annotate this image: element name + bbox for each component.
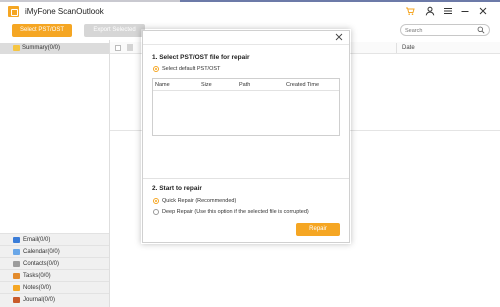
close-icon[interactable] [335,33,343,43]
select-all-checkbox[interactable] [115,45,121,51]
deep-repair-radio[interactable] [153,209,159,215]
deep-repair-label[interactable]: Deep Repair (Use this option if the sele… [162,209,309,215]
sidebar-item-email[interactable]: Email(0/0) [0,233,109,245]
notes-icon [13,285,20,291]
sidebar-item-notes[interactable]: Notes(0/0) [0,281,109,293]
created-time-column-header: Created Time [286,82,320,88]
size-column-header: Size [201,82,212,88]
sidebar: Summary(0/0) Email(0/0) Calendar(0/0) Co… [0,40,110,307]
search-icon[interactable] [477,26,485,34]
default-pst-radio[interactable] [153,66,159,72]
sidebar-item-contacts[interactable]: Contacts(0/0) [0,257,109,269]
sidebar-item-label: Notes(0/0) [23,285,52,291]
sidebar-item-label: Journal(0/0) [23,297,56,303]
app-logo-icon [8,6,19,17]
menu-icon[interactable] [442,5,454,17]
sidebar-item-tasks[interactable]: Tasks(0/0) [0,269,109,281]
email-icon [13,237,20,243]
table-header-divider [153,90,339,91]
sidebar-item-label: Summary(0/0) [22,45,61,51]
sidebar-item-journal[interactable]: Journal(0/0) [0,293,109,305]
sidebar-item-summary[interactable]: Summary(0/0) [0,43,109,54]
date-column-header[interactable]: Date [402,45,415,51]
sidebar-item-label: Tasks(0/0) [23,273,51,279]
quick-repair-label[interactable]: Quick Repair (Recommended) [162,198,236,204]
journal-icon [13,297,20,303]
sidebar-item-label: Calendar(0/0) [23,249,60,255]
sidebar-item-calendar[interactable]: Calendar(0/0) [0,245,109,257]
app-window: iMyFone ScanOutlook Select PST/OST Expor… [0,2,500,307]
cart-icon[interactable] [404,5,416,17]
sidebar-item-label: Contacts(0/0) [23,261,60,267]
window-close-icon[interactable] [477,5,489,17]
attachment-icon [127,44,133,51]
select-pst-ost-button[interactable]: Select PST/OST [12,24,72,37]
name-column-header: Name [155,82,170,88]
search-box[interactable] [400,24,490,36]
section1-title: 1. Select PST/OST file for repair [152,54,250,61]
section-divider [143,178,349,179]
app-title: iMyFone ScanOutlook [25,7,104,16]
path-column-header: Path [239,82,251,88]
repair-button[interactable]: Repair [296,223,340,236]
section2-title: 2. Start to repair [152,185,202,192]
export-selected-button[interactable]: Export Selected [84,24,145,37]
default-pst-label[interactable]: Select default PST/OST [162,66,220,72]
title-bar: iMyFone ScanOutlook [0,2,500,20]
minimize-icon[interactable] [459,5,471,17]
calendar-icon [13,249,20,255]
repair-dialog: 1. Select PST/OST file for repair Select… [142,30,350,243]
file-table[interactable]: Name Size Path Created Time [152,78,340,136]
category-list: Email(0/0) Calendar(0/0) Contacts(0/0) T… [0,233,109,307]
search-input[interactable] [405,26,475,35]
column-divider [396,43,397,53]
user-icon[interactable] [424,5,436,17]
quick-repair-radio[interactable] [153,198,159,204]
contacts-icon [13,261,20,267]
dialog-header [143,31,349,45]
folder-icon [13,45,20,51]
sidebar-item-label: Email(0/0) [23,237,51,243]
tasks-icon [13,273,20,279]
